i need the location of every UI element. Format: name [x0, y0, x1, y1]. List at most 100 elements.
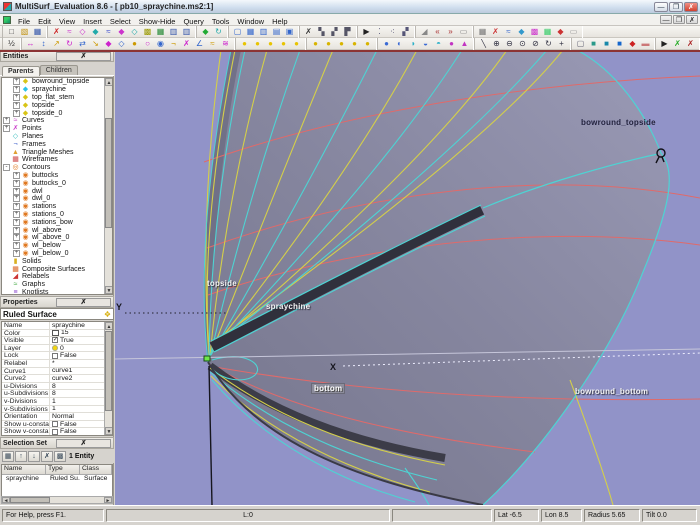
show-all-bulb-icon[interactable]: ● [238, 38, 251, 49]
view-split-h-icon[interactable]: ▥ [257, 26, 270, 37]
property-value[interactable]: 8 [50, 383, 106, 390]
properties-close-icon[interactable]: ✗ [56, 298, 111, 307]
mdi-restore-button[interactable]: ❐ [673, 15, 685, 24]
expand-icon[interactable]: + [13, 242, 20, 249]
selected-point-marker[interactable] [204, 356, 210, 361]
display-plane-icon[interactable]: ▬ [639, 38, 652, 49]
point-swap-icon[interactable]: ⇄ [76, 38, 89, 49]
insert-curve-icon[interactable]: ≈ [63, 26, 76, 37]
disc-bottom-icon[interactable]: ◒ [419, 38, 432, 49]
checkbox-icon[interactable] [52, 421, 58, 427]
property-value[interactable]: spraychine [50, 322, 106, 329]
expand-icon[interactable]: + [13, 180, 20, 187]
pick-normal-icon[interactable]: ▶ [658, 38, 671, 49]
entities-scrollbar[interactable]: ▲ ▼ [104, 78, 112, 294]
tree-item-frames[interactable]: ¬Frames [2, 140, 105, 148]
tree-item-solids[interactable]: ▮Solids [2, 257, 105, 265]
render-solid-icon[interactable]: ◆ [554, 26, 567, 37]
tree-item-spraychine[interactable]: +◆spraychine [2, 86, 105, 94]
mdi-close-button[interactable]: ✗ [686, 15, 698, 24]
column-header-class[interactable]: Class [80, 465, 112, 475]
render-pattern-icon[interactable]: ▩ [528, 26, 541, 37]
zoom-out-icon[interactable]: ⊖ [503, 38, 516, 49]
measure-angle-icon[interactable]: ◢ [418, 26, 431, 37]
scroll-left-icon[interactable]: ◄ [2, 497, 10, 503]
scroll-up-icon[interactable]: ▲ [105, 322, 113, 330]
property-value[interactable]: False [50, 421, 106, 428]
hydro-table-icon[interactable]: ▥ [167, 26, 180, 37]
layer-bulb-icon[interactable] [52, 345, 58, 351]
expand-icon[interactable]: + [13, 211, 20, 218]
rotate-display-icon[interactable]: ◆ [515, 26, 528, 37]
3d-viewport[interactable]: bowround_topsidetopsidespraychinebottomb… [115, 50, 700, 505]
display-solid-icon[interactable]: ■ [587, 38, 600, 49]
property-value[interactable]: 15 [50, 330, 106, 337]
scroll-right-icon[interactable]: ► [104, 497, 112, 503]
scroll-down-icon[interactable]: ▼ [105, 286, 113, 294]
point-ring-icon[interactable]: ○ [141, 38, 154, 49]
align-horizontal-icon[interactable]: ⁚ [373, 26, 386, 37]
point-move-y-icon[interactable]: ↕ [37, 38, 50, 49]
check-model-icon[interactable]: ◆ [199, 26, 212, 37]
next-view-icon[interactable]: » [444, 26, 457, 37]
property-value[interactable]: 1 [50, 406, 106, 413]
property-value[interactable]: 0 [50, 345, 106, 352]
property-value[interactable]: 8 [50, 390, 106, 397]
expand-icon[interactable]: + [13, 188, 20, 195]
expand-icon[interactable]: + [13, 94, 20, 101]
undo-action-icon[interactable]: ↻ [212, 26, 225, 37]
tree-item-bowround-topside[interactable]: +◆bowround_topside [2, 78, 105, 86]
checkbox-icon[interactable] [52, 353, 58, 359]
point-blend-icon[interactable]: ≈ [206, 38, 219, 49]
move-down-icon[interactable]: ↓ [28, 451, 40, 462]
property-value[interactable]: curve2 [50, 375, 106, 382]
tree-item-top-flat-stem[interactable]: +◆top_flat_stem [2, 94, 105, 102]
pick-add-icon[interactable]: ✗ [671, 38, 684, 49]
display-shaded-icon[interactable]: ■ [600, 38, 613, 49]
select-all-icon[interactable]: ▩ [54, 451, 66, 462]
grid-small-icon[interactable]: ▚ [315, 26, 328, 37]
tree-item-buttocks-0[interactable]: +◉buttocks_0 [2, 179, 105, 187]
insert-surface-icon[interactable]: ◆ [89, 26, 102, 37]
tree-item-topside-0[interactable]: +◆topside_0 [2, 109, 105, 117]
tree-item-buttocks[interactable]: +◉buttocks [2, 172, 105, 180]
frame-view-icon[interactable]: ▭ [457, 26, 470, 37]
expand-icon[interactable]: + [13, 110, 20, 117]
delete-entity-icon[interactable]: ✗ [50, 26, 63, 37]
property-value[interactable]: curve1 [50, 368, 106, 375]
mesh-entity-icon[interactable]: ▦ [154, 26, 167, 37]
tree-item-dwl-0[interactable]: +◉dwl_0 [2, 195, 105, 203]
expand-icon[interactable]: + [3, 125, 10, 132]
color-swatch[interactable] [52, 330, 59, 336]
insert-point-icon[interactable]: ◇ [76, 26, 89, 37]
render-flat-icon[interactable]: ▭ [567, 26, 580, 37]
point-frame-icon[interactable]: ¬ [167, 38, 180, 49]
property-value[interactable]: False [50, 428, 106, 435]
point-rotate-icon[interactable]: ↻ [63, 38, 76, 49]
tree-item-triangle-meshes[interactable]: ▲Triangle Meshes [2, 148, 105, 156]
view-single-icon[interactable]: ▢ [231, 26, 244, 37]
show-children-bulb-icon[interactable]: ● [277, 38, 290, 49]
grid-medium-icon[interactable]: ▞ [328, 26, 341, 37]
tree-item-wl-below-0[interactable]: +◉wl_below_0 [2, 250, 105, 258]
tree-item-wl-above[interactable]: +◉wl_above [2, 226, 105, 234]
point-knot-icon[interactable]: ≋ [219, 38, 232, 49]
tree-item-knotlists[interactable]: ≡Knotlists [2, 289, 105, 295]
properties-scrollbar[interactable]: ▲ ▼ [104, 322, 112, 435]
expand-icon[interactable]: + [13, 203, 20, 210]
point-magnet-icon[interactable]: ◉ [154, 38, 167, 49]
pick-line-icon[interactable]: ╲ [477, 38, 490, 49]
display-flag-icon[interactable]: ◆ [626, 38, 639, 49]
tree-item-stations[interactable]: +◉stations [2, 203, 105, 211]
scale-entity-icon[interactable]: ▩ [141, 26, 154, 37]
tree-item-composite-surfaces[interactable]: ▦Composite Surfaces [2, 265, 105, 273]
expand-icon[interactable]: + [13, 250, 20, 257]
collapse-icon[interactable]: - [3, 164, 10, 171]
tree-item-wl-below[interactable]: +◉wl_below [2, 242, 105, 250]
property-value[interactable]: 1 [50, 398, 106, 405]
pan-view-icon[interactable]: + [555, 38, 568, 49]
entities-close-icon[interactable]: ✗ [56, 52, 111, 61]
minimize-button[interactable]: — [654, 2, 668, 12]
point-project-icon[interactable]: ↗ [50, 38, 63, 49]
expand-icon[interactable]: + [13, 86, 20, 93]
